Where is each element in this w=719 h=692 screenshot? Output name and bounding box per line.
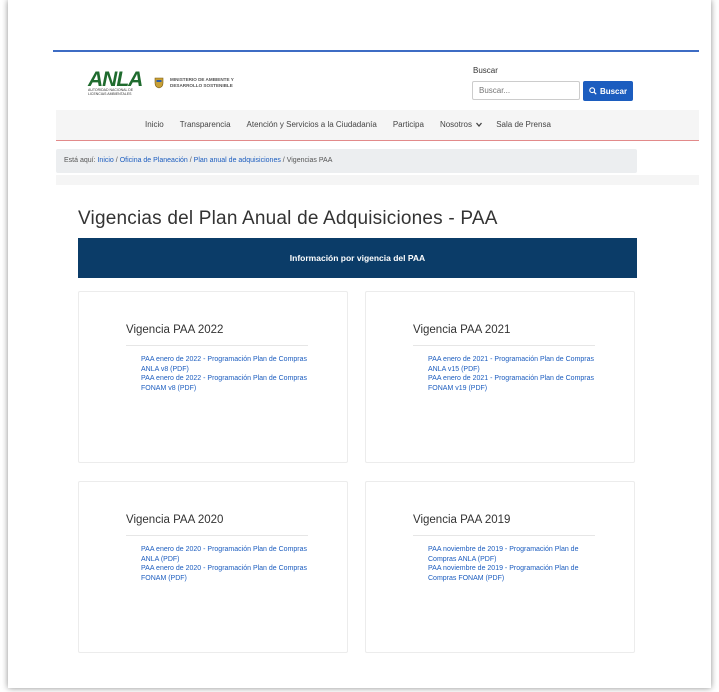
- card-vigencia-2020: Vigencia PAA 2020 PAA enero de 2020 - Pr…: [78, 481, 348, 653]
- card-link[interactable]: PAA enero de 2022 - Programación Plan de…: [141, 355, 313, 374]
- nav-item-sala-prensa[interactable]: Sala de Prensa: [496, 120, 551, 129]
- card-divider: [126, 345, 308, 346]
- anla-logo-subtitle: AUTORIDAD NACIONAL DE LICENCIAS AMBIENTA…: [88, 88, 134, 96]
- colombia-crest-icon: [154, 77, 164, 89]
- card-link-list: PAA enero de 2020 - Programación Plan de…: [141, 545, 313, 583]
- search-label: Buscar: [473, 66, 498, 75]
- nav-item-atencion[interactable]: Atención y Servicios a la Ciudadanía: [247, 120, 377, 129]
- breadcrumb-item-current: Vigencias PAA: [286, 157, 333, 164]
- card-vigencia-2022: Vigencia PAA 2022 PAA enero de 2022 - Pr…: [78, 291, 348, 463]
- card-link-list: PAA enero de 2021 - Programación Plan de…: [428, 355, 600, 393]
- main-navbar: Inicio Transparencia Atención y Servicio…: [56, 110, 699, 141]
- ministry-line-2: DESARROLLO SOSTENIBLE: [170, 82, 233, 88]
- card-title: Vigencia PAA 2020: [126, 514, 224, 526]
- card-link[interactable]: PAA enero de 2021 - Programación Plan de…: [428, 355, 600, 374]
- nav-menu: Inicio Transparencia Atención y Servicio…: [145, 120, 551, 129]
- card-link[interactable]: PAA noviembre de 2019 - Programación Pla…: [428, 545, 600, 564]
- card-link-list: PAA enero de 2022 - Programación Plan de…: [141, 355, 313, 393]
- card-divider: [413, 535, 595, 536]
- nav-item-transparencia[interactable]: Transparencia: [180, 120, 231, 129]
- search-button-label: Buscar: [599, 86, 628, 96]
- section-header: Información por vigencia del PAA: [78, 238, 637, 278]
- card-link[interactable]: PAA enero de 2020 - Programación Plan de…: [141, 564, 313, 583]
- ministry-label: MINISTERIO DE AMBIENTE Y DESARROLLO SOST…: [170, 77, 234, 88]
- browser-frame: ANLA AUTORIDAD NACIONAL DE LICENCIAS AMB…: [8, 0, 711, 688]
- search-button[interactable]: Buscar: [583, 81, 633, 101]
- breadcrumb-background-strip: [56, 175, 699, 185]
- card-link[interactable]: PAA enero de 2021 - Programación Plan de…: [428, 374, 600, 393]
- breadcrumb-prefix: Está aquí:: [64, 157, 96, 164]
- breadcrumb-item-oficina[interactable]: Oficina de Planeación: [120, 157, 188, 164]
- nav-item-nosotros[interactable]: Nosotros: [439, 120, 483, 129]
- breadcrumb-separator: /: [189, 157, 192, 164]
- card-link[interactable]: PAA noviembre de 2019 - Programación Pla…: [428, 564, 600, 583]
- nav-item-nosotros-label: Nosotros: [439, 120, 472, 129]
- breadcrumb-separator: /: [282, 157, 285, 164]
- breadcrumb: Está aquí: Inicio / Oficina de Planeació…: [56, 149, 637, 173]
- card-title: Vigencia PAA 2022: [126, 324, 224, 336]
- card-divider: [413, 345, 595, 346]
- card-vigencia-2019: Vigencia PAA 2019 PAA noviembre de 2019 …: [365, 481, 635, 653]
- search-input[interactable]: [472, 81, 580, 100]
- breadcrumb-item-plan[interactable]: Plan anual de adquisiciones: [194, 157, 281, 164]
- breadcrumb-item-inicio[interactable]: Inicio: [97, 157, 113, 164]
- card-title: Vigencia PAA 2021: [413, 324, 511, 336]
- search-icon: [589, 87, 597, 95]
- nav-item-participa[interactable]: Participa: [393, 120, 424, 129]
- card-vigencia-2021: Vigencia PAA 2021 PAA enero de 2021 - Pr…: [365, 291, 635, 463]
- nav-item-inicio[interactable]: Inicio: [145, 120, 164, 129]
- card-title: Vigencia PAA 2019: [413, 514, 511, 526]
- chevron-down-icon: [476, 122, 483, 128]
- page-title: Vigencias del Plan Anual de Adquisicione…: [78, 208, 498, 229]
- ministry-line-1: MINISTERIO DE AMBIENTE Y: [170, 77, 234, 82]
- card-link[interactable]: PAA enero de 2022 - Programación Plan de…: [141, 374, 313, 393]
- top-accent-line: [53, 50, 699, 52]
- card-link-list: PAA noviembre de 2019 - Programación Pla…: [428, 545, 600, 583]
- card-divider: [126, 535, 308, 536]
- logo-area[interactable]: ANLA AUTORIDAD NACIONAL DE LICENCIAS AMB…: [88, 68, 288, 96]
- card-link[interactable]: PAA enero de 2020 - Programación Plan de…: [141, 545, 313, 564]
- breadcrumb-separator: /: [115, 157, 118, 164]
